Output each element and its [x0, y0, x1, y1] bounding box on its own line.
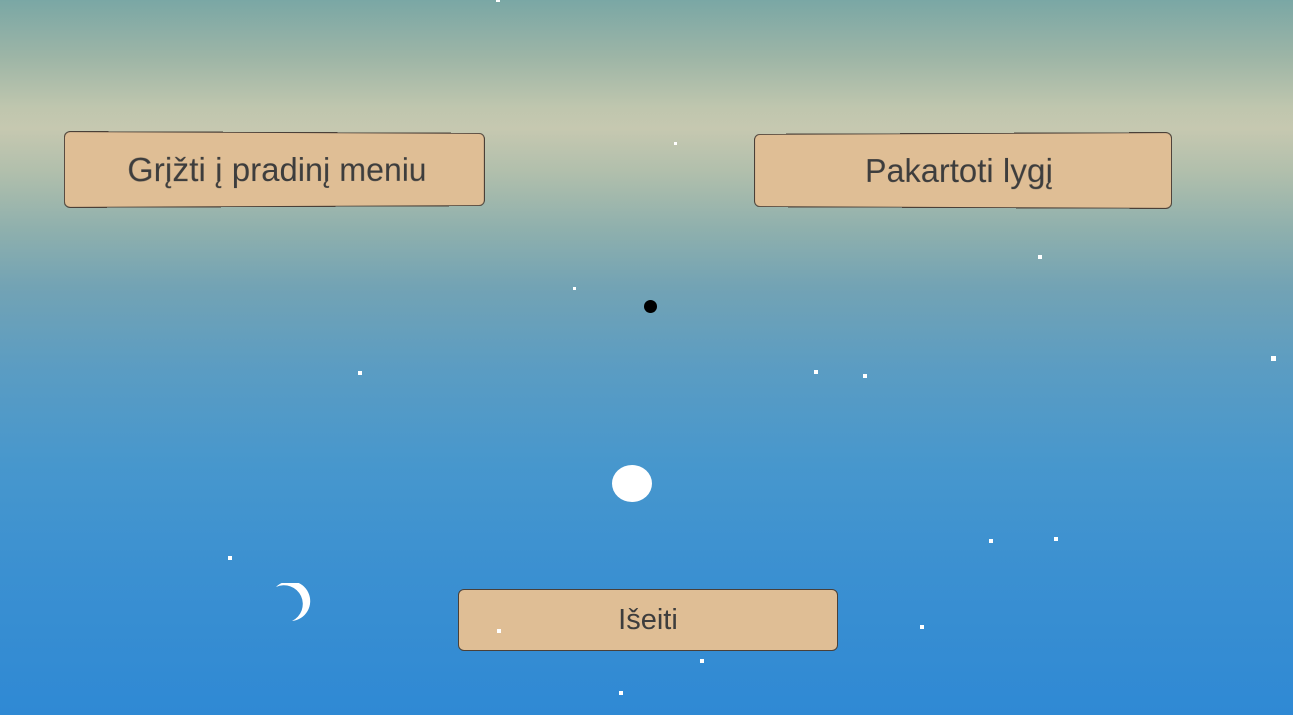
retry-level-button[interactable]: Pakartoti lygį [754, 132, 1172, 209]
star-icon [1054, 537, 1058, 541]
star-icon [619, 691, 623, 695]
star-icon [573, 287, 576, 290]
exit-button[interactable]: Išeiti [458, 589, 838, 651]
star-icon [700, 659, 704, 663]
full-moon-icon [612, 465, 652, 502]
retry-level-button-label: Pakartoti lygį [865, 151, 1053, 189]
main-menu-button[interactable]: Grįžti į pradinį meniu [64, 131, 485, 208]
star-icon [496, 0, 500, 2]
black-dot-icon [644, 300, 657, 313]
star-icon [920, 625, 924, 629]
star-icon [989, 539, 993, 543]
star-icon [497, 629, 501, 633]
main-menu-button-label: Grįžti į pradinį meniu [127, 150, 426, 189]
star-icon [228, 556, 232, 560]
star-icon [1038, 255, 1042, 259]
star-icon [814, 370, 818, 374]
star-icon [1271, 356, 1276, 361]
star-icon [674, 142, 677, 145]
exit-button-label: Išeiti [618, 604, 678, 637]
star-icon [358, 371, 362, 375]
crescent-moon-icon [270, 583, 314, 627]
star-icon [863, 374, 867, 378]
